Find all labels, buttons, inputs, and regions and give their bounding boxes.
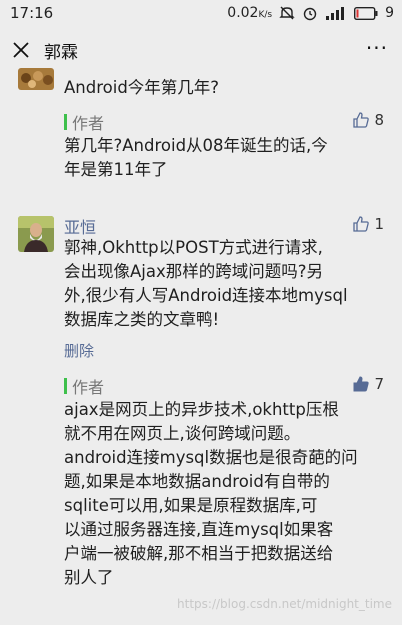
comment-text: 郭神,Okhttp以POST方式进行请求, 会出现像Ajax那样的跨域问题吗?另…	[64, 238, 348, 329]
avatar[interactable]	[18, 216, 54, 252]
battery-icon	[354, 6, 378, 20]
like-count: 7	[374, 375, 384, 393]
watermark: https://blog.csdn.net/midnight_time	[177, 597, 392, 611]
comment-username[interactable]: 亚恒	[64, 214, 96, 238]
mute-icon	[279, 5, 295, 21]
more-button[interactable]: ···	[366, 36, 388, 60]
reply-text: 第几年?Android从08年诞生的话,今 年是第11年了	[64, 136, 328, 179]
comment-text: Android今年第几年?	[64, 78, 220, 97]
author-tag: 作者	[64, 374, 104, 398]
network-speed: 0.02K/s	[227, 5, 273, 21]
like-count: 1	[374, 215, 384, 233]
author-bar	[64, 378, 67, 394]
status-icons: 0.02K/s 9	[227, 5, 394, 21]
thumbs-up-icon	[353, 112, 370, 128]
alarm-icon	[302, 5, 318, 21]
avatar[interactable]	[18, 68, 54, 90]
reply-text: ajax是网页上的异步技术,okhttp压根 就不用在网页上,谈何跨域问题。 a…	[64, 400, 358, 587]
author-bar	[64, 114, 67, 130]
like-count: 8	[374, 111, 384, 129]
thumbs-up-icon	[353, 216, 370, 232]
author-tag: 作者	[64, 110, 104, 134]
clock: 17:16	[10, 4, 54, 22]
battery-level: 9	[385, 5, 394, 21]
page-title: 郭霖	[44, 42, 78, 63]
like-button[interactable]: 1	[352, 215, 384, 233]
delete-button[interactable]: 删除	[64, 340, 94, 361]
signal-icon	[325, 6, 347, 20]
status-bar: 17:16 0.02K/s 9	[0, 0, 402, 26]
like-button[interactable]: 7	[352, 375, 384, 393]
thumbs-up-filled-icon	[353, 376, 370, 392]
close-icon[interactable]	[12, 41, 30, 59]
like-button[interactable]: 8	[352, 111, 384, 129]
nav-bar: 郭霖 ···	[0, 26, 402, 74]
